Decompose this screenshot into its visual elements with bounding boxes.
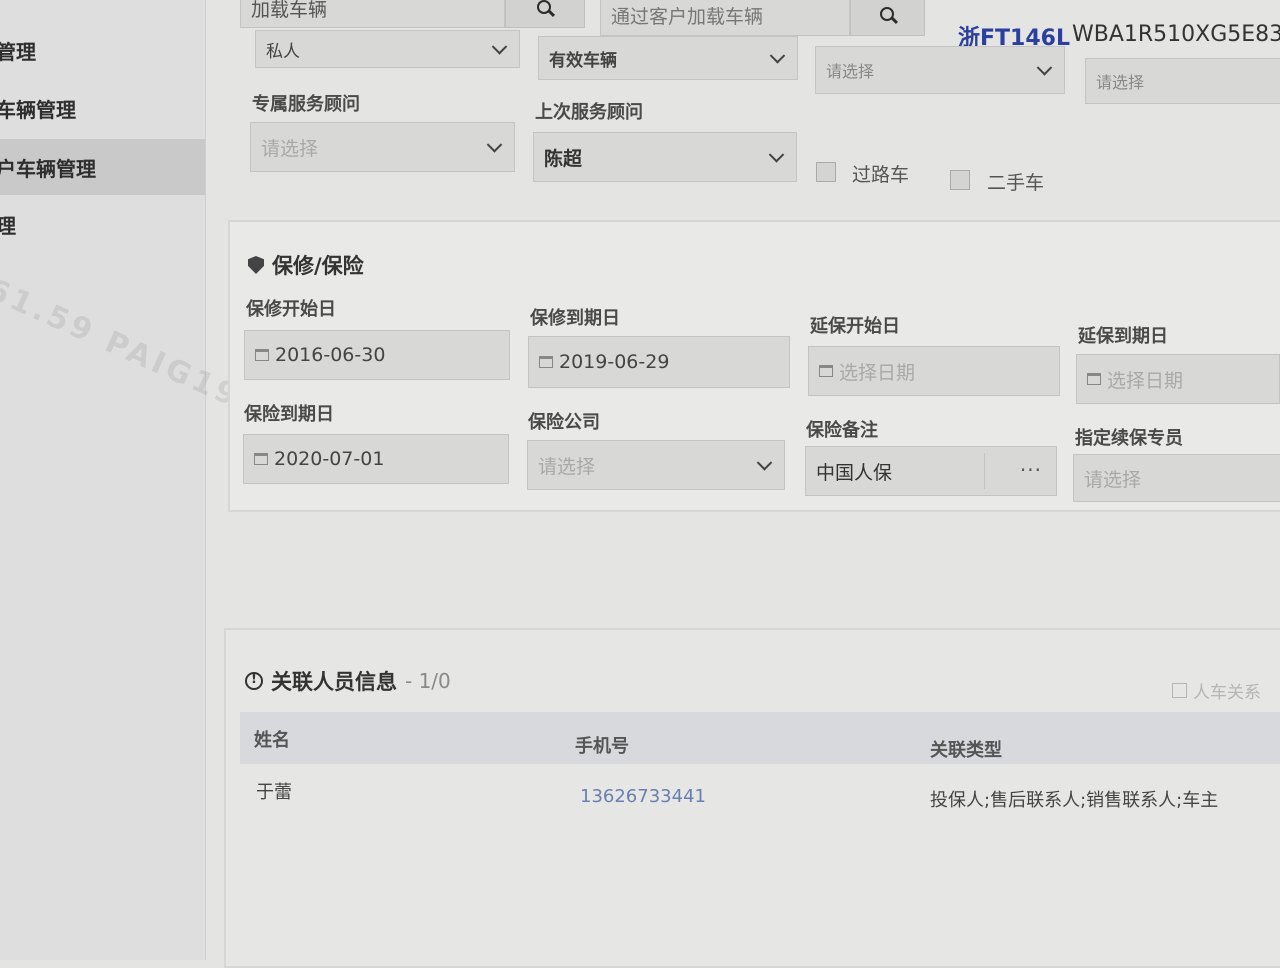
search-icon bbox=[537, 0, 553, 16]
passing-vehicle-checkbox[interactable] bbox=[816, 162, 836, 182]
insurance-end-value: 2020-07-01 bbox=[274, 448, 385, 470]
add-icon bbox=[1172, 683, 1187, 698]
used-car-label: 二手车 bbox=[987, 172, 1045, 194]
warranty-end-date[interactable]: 2019-06-29 bbox=[528, 336, 790, 388]
filter-select-3[interactable]: 请选择 bbox=[815, 46, 1065, 94]
insurance-company-select[interactable]: 请选择 bbox=[527, 440, 785, 490]
sidebar-item-management[interactable]: 管理 bbox=[0, 22, 205, 78]
warranty-end-label: 保修到期日 bbox=[530, 308, 620, 329]
owner-type-value: 私人 bbox=[266, 41, 300, 62]
table-cell-relation-type: 投保人;售后联系人;销售联系人;车主 bbox=[930, 790, 1219, 811]
chevron-down-icon bbox=[1036, 60, 1053, 76]
renewal-specialist-label: 指定续保专员 bbox=[1075, 428, 1183, 449]
sidebar-item-label: 车辆管理 bbox=[0, 97, 76, 122]
table-cell-phone[interactable]: 13626733441 bbox=[580, 786, 706, 807]
sidebar-item-vehicle-management[interactable]: 车辆管理 bbox=[0, 80, 205, 136]
chevron-down-icon bbox=[491, 39, 508, 55]
search-icon bbox=[879, 7, 896, 23]
vin-number: WBA1R510XG5E830 bbox=[1072, 22, 1280, 47]
warranty-start-date[interactable]: 2016-06-30 bbox=[244, 330, 510, 380]
renewal-specialist-placeholder: 请选择 bbox=[1084, 468, 1142, 491]
exclusive-advisor-placeholder: 请选择 bbox=[261, 137, 319, 160]
chevron-down-icon bbox=[769, 48, 786, 64]
person-vehicle-relation-label: 人车关系 bbox=[1193, 683, 1261, 703]
related-section-title: 关联人员信息 - 1/0 bbox=[245, 666, 451, 696]
chevron-down-icon bbox=[768, 147, 785, 163]
related-count: - 1/0 bbox=[405, 669, 451, 693]
warranty-start-label: 保修开始日 bbox=[246, 299, 336, 320]
insurance-end-label: 保险到期日 bbox=[244, 404, 334, 425]
warranty-end-value: 2019-06-29 bbox=[559, 351, 670, 373]
calendar-icon bbox=[819, 365, 833, 377]
warranty-start-value: 2016-06-30 bbox=[275, 344, 386, 366]
extended-start-placeholder: 选择日期 bbox=[839, 361, 916, 384]
warranty-title-text: 保修/保险 bbox=[272, 254, 364, 278]
sidebar-item-label: 理 bbox=[0, 213, 16, 238]
calendar-icon bbox=[1087, 373, 1101, 385]
calendar-icon bbox=[539, 356, 553, 368]
exclusive-advisor-label: 专属服务顾问 bbox=[252, 94, 360, 115]
customer-search-placeholder: 通过客户加载车辆 bbox=[611, 5, 764, 28]
vehicle-status-select[interactable]: 有效车辆 bbox=[538, 36, 798, 80]
warranty-section-title: 保修/保险 bbox=[248, 250, 364, 280]
sidebar-item-label: 管理 bbox=[0, 39, 36, 64]
insurance-company-label: 保险公司 bbox=[528, 412, 600, 433]
sidebar-item-customer-vehicle-management[interactable]: 户车辆管理 bbox=[0, 139, 205, 195]
filter-select-4-placeholder: 请选择 bbox=[1096, 73, 1145, 92]
insurance-company-placeholder: 请选择 bbox=[538, 455, 596, 478]
used-car-checkbox[interactable] bbox=[950, 170, 970, 190]
renewal-specialist-select[interactable]: 请选择 bbox=[1073, 454, 1280, 502]
sidebar-item-other[interactable]: 理 bbox=[0, 196, 205, 252]
last-advisor-select[interactable]: 陈超 bbox=[533, 132, 797, 182]
extended-start-label: 延保开始日 bbox=[810, 316, 900, 337]
related-table-header bbox=[240, 712, 1280, 764]
last-advisor-value: 陈超 bbox=[544, 147, 583, 170]
shield-icon bbox=[248, 256, 264, 274]
watermark: 61.59 PAIG19 bbox=[0, 272, 246, 416]
customer-search-input[interactable]: 通过客户加载车辆 bbox=[600, 0, 850, 36]
search-button[interactable] bbox=[505, 0, 585, 28]
passing-vehicle-label: 过路车 bbox=[852, 164, 910, 186]
vehicle-status-value: 有效车辆 bbox=[549, 50, 617, 71]
sidebar-item-label: 户车辆管理 bbox=[0, 156, 96, 181]
column-header-relation-type[interactable]: 关联类型 bbox=[930, 736, 1002, 762]
exclusive-advisor-select[interactable]: 请选择 bbox=[250, 122, 515, 172]
extended-end-placeholder: 选择日期 bbox=[1107, 369, 1184, 392]
last-advisor-label: 上次服务顾问 bbox=[535, 102, 643, 123]
insurance-note-field[interactable]: 中国人保 ··· bbox=[805, 446, 1057, 496]
extended-start-date[interactable]: 选择日期 bbox=[808, 346, 1060, 396]
chevron-down-icon bbox=[486, 137, 503, 153]
person-vehicle-relation-button[interactable]: 人车关系 bbox=[1172, 678, 1261, 703]
insurance-note-label: 保险备注 bbox=[806, 420, 878, 441]
calendar-icon bbox=[255, 349, 269, 361]
info-icon bbox=[245, 672, 263, 690]
more-icon[interactable]: ··· bbox=[1020, 458, 1042, 482]
owner-type-select[interactable]: 私人 bbox=[255, 30, 520, 68]
column-header-phone[interactable]: 手机号 bbox=[575, 732, 629, 758]
related-title-text: 关联人员信息 bbox=[271, 670, 397, 694]
filter-select-3-placeholder: 请选择 bbox=[826, 62, 875, 81]
load-vehicle-input-value: 加载车辆 bbox=[251, 0, 328, 21]
calendar-icon bbox=[254, 453, 268, 465]
column-header-name[interactable]: 姓名 bbox=[254, 726, 290, 752]
insurance-end-date[interactable]: 2020-07-01 bbox=[243, 434, 509, 484]
insurance-note-value: 中国人保 bbox=[816, 461, 893, 484]
divider bbox=[984, 453, 985, 489]
sidebar: 管理 车辆管理 户车辆管理 理 61.59 PAIG19 bbox=[0, 0, 246, 960]
extended-end-date[interactable]: 选择日期 bbox=[1076, 354, 1280, 404]
customer-search-button[interactable] bbox=[850, 0, 925, 36]
table-cell-name[interactable]: 于蕾 bbox=[256, 778, 292, 804]
load-vehicle-input[interactable]: 加载车辆 bbox=[240, 0, 505, 28]
chevron-down-icon bbox=[756, 455, 773, 471]
extended-end-label: 延保到期日 bbox=[1078, 326, 1168, 347]
filter-select-4[interactable]: 请选择 bbox=[1085, 58, 1280, 104]
